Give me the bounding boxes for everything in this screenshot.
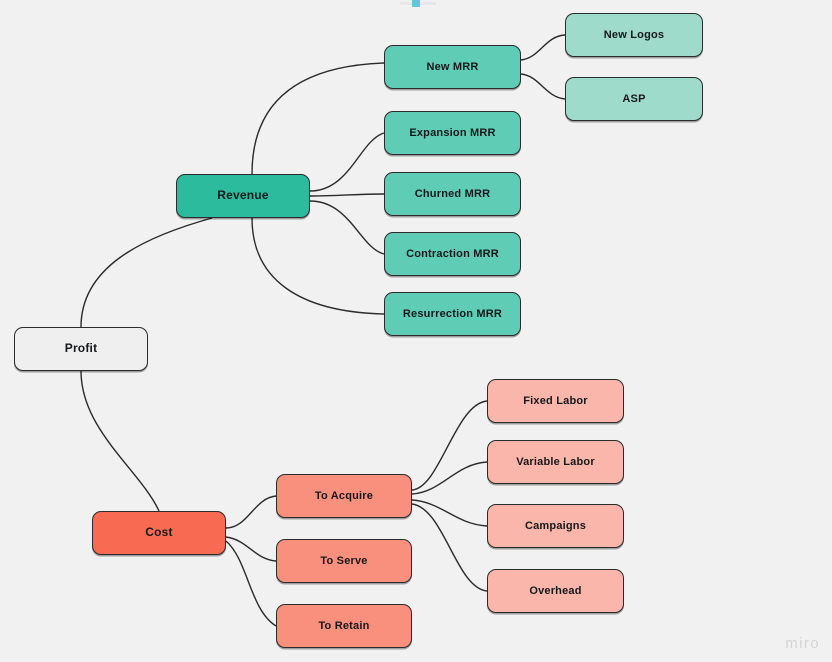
node-expansion-mrr[interactable]: Expansion MRR	[384, 111, 521, 155]
edge-to-acquire-to-overhead	[411, 503, 488, 592]
node-revenue[interactable]: Revenue	[176, 174, 310, 218]
node-overhead[interactable]: Overhead	[487, 569, 624, 613]
edge-revenue-to-contraction-mrr	[309, 200, 385, 255]
node-label-resurrection-mrr: Resurrection MRR	[402, 307, 503, 320]
node-to-acquire[interactable]: To Acquire	[276, 474, 412, 518]
edge-new-mrr-to-asp	[520, 73, 566, 100]
node-contraction-mrr[interactable]: Contraction MRR	[384, 232, 521, 276]
edge-to-acquire-to-campaigns	[411, 499, 488, 527]
node-label-new-logos: New Logos	[603, 28, 665, 41]
node-cost[interactable]: Cost	[92, 511, 226, 555]
node-label-overhead: Overhead	[529, 584, 582, 597]
edge-to-acquire-to-variable-labor	[411, 461, 488, 495]
node-label-churned-mrr: Churned MRR	[414, 187, 491, 200]
edge-profit-to-cost	[80, 370, 160, 512]
node-new-logos[interactable]: New Logos	[565, 13, 703, 57]
mindmap-canvas: Profit Revenue Cost New MRR Expansion MRR Chu…	[0, 0, 832, 662]
edge-revenue-to-churned-mrr	[309, 193, 385, 197]
node-label-new-mrr: New MRR	[426, 60, 479, 73]
node-label-to-retain: To Retain	[318, 619, 370, 632]
node-label-to-serve: To Serve	[320, 554, 368, 567]
node-asp[interactable]: ASP	[565, 77, 703, 121]
edge-profit-to-revenue	[80, 217, 213, 328]
miro-watermark: miro	[785, 635, 820, 652]
edge-cost-to-to-retain	[225, 540, 277, 627]
node-variable-labor[interactable]: Variable Labor	[487, 440, 624, 484]
node-profit[interactable]: Profit	[14, 327, 148, 371]
node-churned-mrr[interactable]: Churned MRR	[384, 172, 521, 216]
node-label-expansion-mrr: Expansion MRR	[409, 126, 496, 139]
node-label-to-acquire: To Acquire	[314, 489, 374, 502]
node-label-profit: Profit	[64, 341, 98, 356]
node-campaigns[interactable]: Campaigns	[487, 504, 624, 548]
node-label-cost: Cost	[145, 525, 173, 540]
node-resurrection-mrr[interactable]: Resurrection MRR	[384, 292, 521, 336]
node-label-contraction-mrr: Contraction MRR	[406, 247, 499, 260]
node-fixed-labor[interactable]: Fixed Labor	[487, 379, 624, 423]
node-new-mrr[interactable]: New MRR	[384, 45, 521, 89]
node-to-serve[interactable]: To Serve	[276, 539, 412, 583]
node-label-revenue: Revenue	[217, 188, 269, 203]
edge-revenue-to-new-mrr	[251, 62, 385, 175]
node-to-retain[interactable]: To Retain	[276, 604, 412, 648]
edge-cost-to-to-acquire	[225, 495, 277, 529]
text-cursor-icon	[412, 0, 420, 7]
edge-revenue-to-resurrection-mrr	[251, 217, 385, 315]
node-label-variable-labor: Variable Labor	[516, 455, 595, 468]
edge-new-mrr-to-new-logos	[520, 34, 566, 61]
edge-to-acquire-to-fixed-labor	[411, 400, 488, 491]
edge-revenue-to-expansion-mrr	[309, 132, 385, 192]
edge-cost-to-to-serve	[225, 536, 277, 562]
node-label-fixed-labor: Fixed Labor	[523, 394, 588, 407]
node-label-asp: ASP	[622, 92, 646, 105]
node-label-campaigns: Campaigns	[524, 519, 587, 532]
